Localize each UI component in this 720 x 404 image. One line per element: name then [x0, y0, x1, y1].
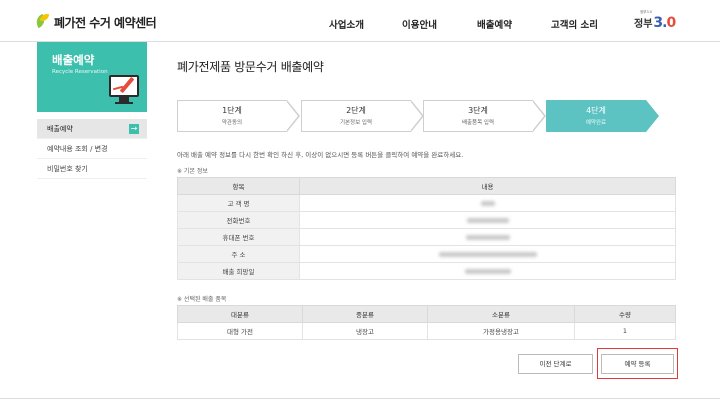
step-2: 2단계 기본정보 입력 [301, 100, 424, 132]
customer-name-value [299, 194, 676, 212]
table-row: 고 객 명 [177, 194, 676, 212]
table-header: 소분류 [427, 305, 575, 323]
arrow-right-icon: → [129, 124, 139, 134]
row-label-name: 고 객 명 [177, 194, 300, 212]
gov30-logo: 정부3.0 정부 3.0 [634, 10, 676, 31]
table-row: 휴대폰 번호 [177, 228, 676, 246]
basic-info-label: ※ 기본 정보 [177, 168, 208, 175]
table-header-row: 대분류 중분류 소분류 수량 [177, 305, 676, 323]
prev-step-button[interactable]: 이전 단계로 [518, 354, 593, 374]
items-label: ※ 선택된 배출 품목 [177, 296, 227, 303]
row-label-mobile: 휴대폰 번호 [177, 228, 300, 246]
table-header: 대분류 [177, 305, 303, 323]
row-label-phone: 전화번호 [177, 211, 300, 229]
table-cell: 1 [574, 322, 676, 340]
row-label-address: 주 소 [177, 245, 300, 263]
phone-value [299, 211, 676, 229]
items-table: 대분류 중분류 소분류 수량 대형 가전 냉장고 가정용냉장고 1 [177, 305, 676, 340]
submit-highlight-box [597, 348, 678, 379]
table-header-row: 항목 내용 [177, 177, 676, 195]
sidebar-banner-title: 배출예약 [52, 53, 95, 67]
sidebar-item-password[interactable]: 비밀번호 찾기 [37, 159, 147, 179]
table-cell: 대형 가전 [177, 322, 303, 340]
table-header: 항목 [177, 177, 300, 195]
step-1: 1단계 약관동의 [177, 100, 300, 132]
leaf-logo-icon [34, 12, 50, 31]
footer-divider [0, 398, 720, 399]
nav-voice[interactable]: 고객의 소리 [551, 17, 598, 31]
nav-reservation[interactable]: 배출예약 [477, 17, 512, 31]
table-row: 전화번호 [177, 211, 676, 229]
site-logo[interactable]: 폐가전 수거 예약센터 [34, 10, 157, 34]
nav-guide[interactable]: 이용안내 [402, 17, 437, 31]
table-row: 배출 희망일 [177, 262, 676, 280]
step-3: 3단계 배출품목 입력 [423, 100, 546, 132]
address-value [299, 245, 676, 263]
table-row: 대형 가전 냉장고 가정용냉장고 1 [177, 322, 676, 340]
table-header: 내용 [299, 177, 676, 195]
sidebar-item-reservation[interactable]: 배출예약 → [37, 119, 147, 139]
step-4: 4단계 예약완료 [546, 100, 659, 132]
page-title: 폐가전제품 방문수거 배출예약 [177, 60, 324, 74]
mobile-value [299, 228, 676, 246]
guide-text: 아래 배출 예약 정보를 다시 한번 확인 하신 후, 이상이 없으시면 등록 … [177, 151, 464, 159]
table-cell: 냉장고 [302, 322, 428, 340]
table-cell: 가정용냉장고 [427, 322, 575, 340]
basic-info-table: 항목 내용 고 객 명 전화번호 휴대폰 번호 주 소 배출 희망일 [177, 177, 676, 280]
date-value [299, 262, 676, 280]
sidebar-item-lookup[interactable]: 예약내용 조회 / 변경 [37, 139, 147, 159]
table-header: 수량 [574, 305, 676, 323]
site-header: 폐가전 수거 예약센터 사업소개 이용안내 배출예약 고객의 소리 정부3.0 … [0, 0, 720, 42]
table-row: 주 소 [177, 245, 676, 263]
site-logo-text: 폐가전 수거 예약센터 [54, 15, 157, 30]
step-indicator: 1단계 약관동의 2단계 기본정보 입력 3단계 배출품목 입력 4단계 예약완… [177, 100, 677, 132]
sidebar-banner: 배출예약 Recycle Reservation [37, 42, 147, 112]
table-header: 중분류 [302, 305, 428, 323]
sidebar-menu: 배출예약 → 예약내용 조회 / 변경 비밀번호 찾기 [37, 119, 147, 179]
nav-about[interactable]: 사업소개 [329, 17, 364, 31]
sidebar-banner-subtitle: Recycle Reservation [52, 69, 108, 75]
row-label-date: 배출 희망일 [177, 262, 300, 280]
